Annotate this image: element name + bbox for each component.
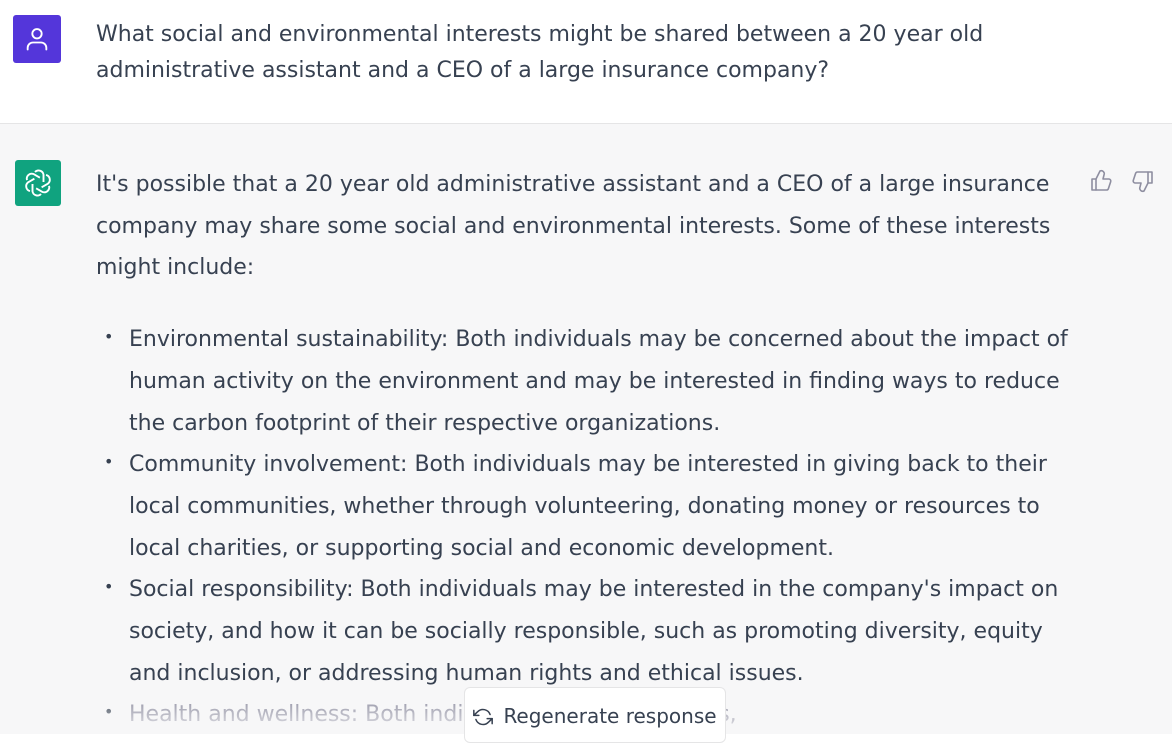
thumbs-up-button[interactable] xyxy=(1086,166,1116,196)
regenerate-label: Regenerate response xyxy=(503,704,717,728)
assistant-avatar xyxy=(15,160,61,206)
user-message-text: What social and environmental interests … xyxy=(96,22,984,83)
thumbs-up-icon xyxy=(1091,169,1112,191)
list-item: Environmental sustainability: Both indiv… xyxy=(96,316,1076,444)
assistant-answer: It's possible that a 20 year old adminis… xyxy=(96,164,1076,736)
openai-logo-icon xyxy=(25,169,51,197)
user-avatar xyxy=(13,15,61,63)
user-message-row: What social and environmental interests … xyxy=(0,0,1172,124)
refresh-icon xyxy=(473,707,494,727)
list-item: Community involvement: Both individuals … xyxy=(96,441,1076,569)
interest-list: Environmental sustainability: Both indiv… xyxy=(96,316,1076,736)
answer-intro: It's possible that a 20 year old adminis… xyxy=(96,172,1051,281)
thumbs-down-button[interactable] xyxy=(1128,166,1158,196)
person-icon xyxy=(26,28,48,51)
regenerate-response-button[interactable]: Regenerate response xyxy=(464,687,726,743)
list-item: Social responsibility: Both individuals … xyxy=(96,566,1076,694)
thumbs-down-icon xyxy=(1132,171,1153,193)
assistant-message-row: It's possible that a 20 year old adminis… xyxy=(0,124,1172,734)
